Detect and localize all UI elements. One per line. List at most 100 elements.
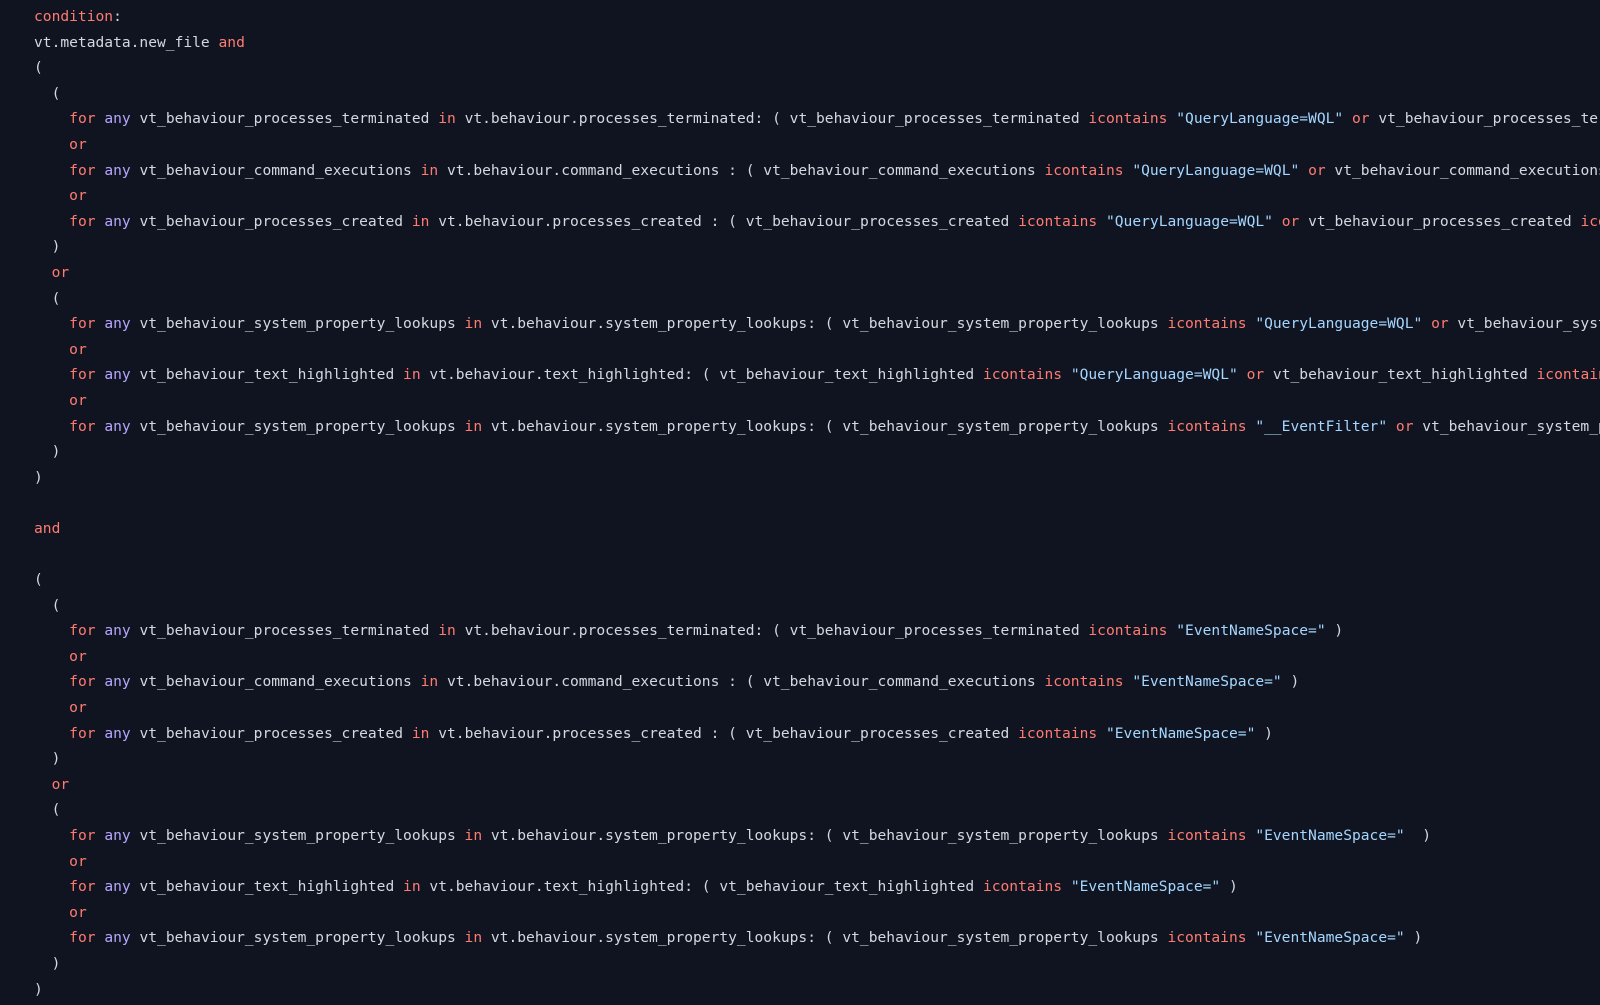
keyword-token: icontains [1018, 724, 1098, 742]
code-line: or [0, 260, 1600, 286]
string-token: "QueryLanguage=WQL" [1132, 161, 1300, 179]
keyword-token: icontains [1044, 161, 1124, 179]
code-token: vt_behaviour_processes_terminated [130, 110, 439, 128]
code-token: vt_behaviour_processes_created [130, 212, 412, 230]
code-line: and [0, 516, 1600, 542]
string-token: "EventNameSpace=" [1176, 622, 1326, 640]
code-line: or [0, 337, 1600, 363]
code-token: vt_behaviour_command_executions [130, 161, 421, 179]
keyword-token: in [464, 929, 483, 947]
keyword-token: icontains [982, 878, 1063, 896]
keyword-token: or [1281, 212, 1300, 230]
quantifier-token: any [104, 366, 131, 384]
string-token: "QueryLanguage=WQL" [1070, 366, 1238, 384]
keyword-token: for [69, 673, 96, 691]
keyword-token: in [438, 110, 456, 128]
code-token: vt_behaviour_system_prop [1457, 315, 1600, 333]
keyword-token: or [1308, 161, 1326, 179]
keyword-token: for [69, 827, 96, 844]
code-token: vt_behaviour_processes_terminated [1378, 110, 1600, 128]
code-token: vt.behaviour.text_highlighted: ( vt_beha… [420, 878, 983, 896]
string-token: "QueryLanguage=WQL" [1255, 315, 1423, 333]
keyword-token: or [51, 775, 70, 793]
code-line: ( [0, 55, 1600, 81]
keyword-token: in [438, 622, 456, 640]
code-token: ) [34, 238, 61, 256]
code-line: for any vt_behaviour_processes_created i… [0, 209, 1600, 235]
keyword-token: for [69, 417, 96, 435]
code-editor[interactable]: condition: vt.metadata.new_file and( ( fo… [0, 0, 1600, 1005]
quantifier-token: any [104, 110, 131, 128]
code-token: ( [34, 289, 61, 307]
code-token: vt_behaviour_processes_created [1299, 212, 1581, 230]
code-line: for any vt_behaviour_command_executions … [0, 158, 1600, 184]
keyword-token: for [69, 212, 96, 230]
string-token: "EventNameSpace=" [1255, 827, 1405, 844]
code-token: vt.behaviour.system_property_lookups: ( … [482, 827, 1168, 844]
code-line: ( [0, 567, 1600, 593]
quantifier-token: any [104, 315, 131, 333]
code-token: ( [34, 596, 61, 614]
quantifier-token: any [104, 929, 131, 947]
keyword-token: icontains [1088, 110, 1168, 128]
keyword-token: icontains [1167, 315, 1247, 333]
code-line: ) [0, 234, 1600, 260]
keyword-token: in [420, 673, 439, 691]
code-token: ) [34, 980, 43, 998]
keyword-token: for [69, 622, 96, 640]
string-token: "EventNameSpace=" [1255, 929, 1405, 947]
code-line: or [0, 772, 1600, 798]
code-token: vt.behaviour.text_highlighted: ( vt_beha… [420, 366, 983, 384]
code-line: for any vt_behaviour_system_property_loo… [0, 414, 1600, 440]
code-token: vt.behaviour.processes_created : ( vt_be… [429, 724, 1019, 742]
keyword-token: or [1431, 315, 1449, 333]
code-token: vt_behaviour_processes_terminated [130, 622, 439, 640]
code-token: vt_behaviour_system_property_lookups [130, 315, 465, 333]
code-line: or [0, 644, 1600, 670]
code-line: for any vt_behaviour_system_property_loo… [0, 925, 1600, 951]
code-line: for any vt_behaviour_text_highlighted in… [0, 362, 1600, 388]
code-line: ( [0, 593, 1600, 619]
keyword-token: or [69, 135, 87, 153]
code-line: for any vt_behaviour_text_highlighted in… [0, 874, 1600, 900]
code-token: vt_behaviour_text_highlighted [1264, 366, 1537, 384]
string-token: "EventNameSpace=" [1070, 878, 1221, 896]
code-token: vt.behaviour.system_property_lookups: ( … [482, 315, 1168, 333]
code-token: vt_behaviour_system_property [1422, 417, 1600, 435]
code-token: ) [1404, 827, 1432, 844]
code-token: vt.behaviour.command_executions : ( vt_b… [438, 161, 1045, 179]
keyword-token: or [69, 340, 87, 358]
code-token: vt.behaviour.system_property_lookups: ( … [482, 417, 1168, 435]
quantifier-token: any [104, 673, 131, 691]
keyword-token: icontains [1044, 673, 1124, 691]
keyword-token: and [34, 519, 61, 537]
